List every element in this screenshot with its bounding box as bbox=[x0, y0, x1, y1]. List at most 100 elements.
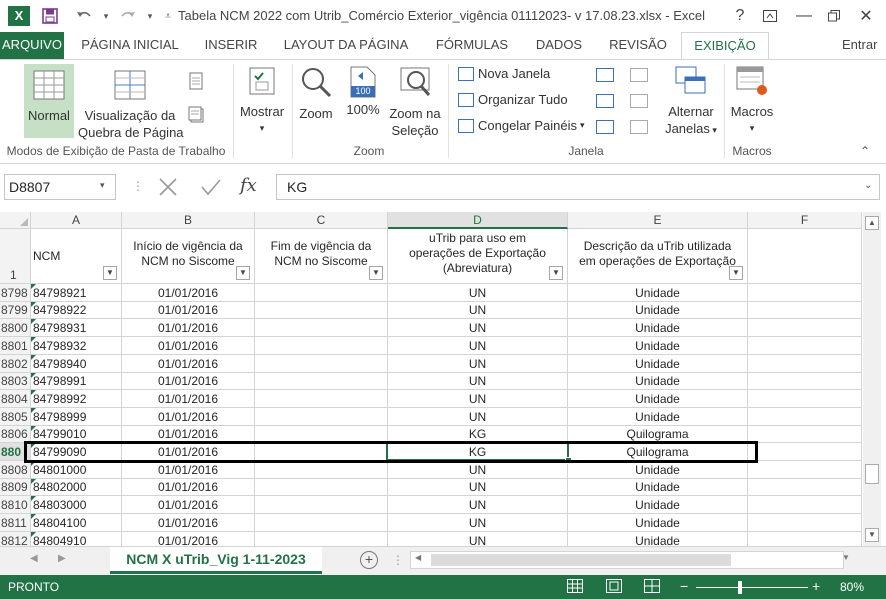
cell-inicio[interactable]: 01/01/2016 bbox=[122, 514, 255, 532]
customize-qat-icon[interactable]: ⩡ bbox=[158, 6, 178, 26]
cell-fim[interactable] bbox=[255, 373, 388, 390]
cell-inicio[interactable]: 01/01/2016 bbox=[122, 408, 255, 426]
cell-ncm[interactable]: 84798999 bbox=[31, 408, 122, 426]
row-header[interactable]: 8812 bbox=[0, 532, 31, 546]
row-header[interactable]: 8800 bbox=[0, 319, 31, 337]
scroll-right-icon[interactable]: ▼ bbox=[842, 553, 850, 562]
cell-inicio[interactable]: 01/01/2016 bbox=[122, 479, 255, 496]
cell-empty[interactable] bbox=[748, 355, 862, 373]
zoom-slider-track[interactable] bbox=[696, 587, 808, 588]
cell-ncm[interactable]: 84798922 bbox=[31, 302, 122, 319]
scroll-left-icon[interactable]: ◀ bbox=[415, 553, 421, 562]
row-header[interactable]: 8803 bbox=[0, 373, 31, 390]
zoom-level[interactable]: 80% bbox=[840, 580, 864, 594]
split-icon[interactable] bbox=[596, 68, 614, 82]
zoom-out-button[interactable]: − bbox=[680, 578, 688, 594]
column-header-a[interactable]: A bbox=[31, 212, 122, 229]
cell-desc[interactable]: Unidade bbox=[568, 373, 748, 390]
expand-formula-bar-icon[interactable]: ⌄ bbox=[864, 180, 872, 191]
filter-dropdown-icon[interactable]: ▼ bbox=[236, 266, 250, 280]
page-break-status-icon[interactable] bbox=[644, 579, 660, 596]
cell-ncm[interactable]: 84798921 bbox=[31, 284, 122, 302]
cell-desc[interactable]: Unidade bbox=[568, 284, 748, 302]
vertical-scroll-thumb[interactable] bbox=[865, 464, 879, 484]
cell-fim[interactable] bbox=[255, 496, 388, 514]
row-header[interactable]: 1 bbox=[0, 229, 31, 284]
horizontal-scrollbar[interactable]: ◀ bbox=[410, 551, 844, 569]
filter-dropdown-icon[interactable]: ▼ bbox=[369, 266, 383, 280]
row-header[interactable]: 8808 bbox=[0, 461, 31, 479]
cell-ncm[interactable]: 84798940 bbox=[31, 355, 122, 373]
zoom-100-button[interactable]: 100 100% bbox=[342, 64, 384, 138]
cell-ncm[interactable]: 84798992 bbox=[31, 390, 122, 408]
close-button[interactable]: ✕ bbox=[852, 4, 880, 28]
cell-fim[interactable] bbox=[255, 302, 388, 319]
synchronous-scrolling-icon[interactable] bbox=[630, 94, 648, 108]
tab-insert[interactable]: INSERIR bbox=[198, 32, 264, 60]
column-header-e[interactable]: E bbox=[568, 212, 748, 229]
cell-utrib[interactable]: UN bbox=[388, 302, 568, 319]
cell-ncm[interactable]: 84798991 bbox=[31, 373, 122, 390]
cell-fim[interactable] bbox=[255, 355, 388, 373]
formula-input[interactable]: KG bbox=[276, 174, 880, 200]
cell-inicio[interactable]: 01/01/2016 bbox=[122, 284, 255, 302]
scroll-down-icon[interactable]: ▼ bbox=[865, 528, 879, 542]
cell-ncm[interactable]: 84803000 bbox=[31, 496, 122, 514]
new-window-button[interactable]: Nova Janela bbox=[458, 66, 550, 81]
cell-inicio[interactable]: 01/01/2016 bbox=[122, 302, 255, 319]
cell-desc[interactable]: Unidade bbox=[568, 319, 748, 337]
cell-desc[interactable]: Unidade bbox=[568, 337, 748, 355]
cell-empty[interactable] bbox=[748, 496, 862, 514]
zoom-slider-thumb[interactable] bbox=[738, 581, 742, 594]
show-button[interactable]: Mostrar ▾ bbox=[236, 64, 288, 138]
cell-empty[interactable] bbox=[748, 390, 862, 408]
cell-desc[interactable]: Unidade bbox=[568, 479, 748, 496]
cell-ncm[interactable]: 84804910 bbox=[31, 532, 122, 546]
cell-utrib[interactable]: UN bbox=[388, 514, 568, 532]
cell-inicio[interactable]: 01/01/2016 bbox=[122, 461, 255, 479]
column-header-b[interactable]: B bbox=[122, 212, 255, 229]
filter-dropdown-icon[interactable]: ▼ bbox=[549, 266, 563, 280]
cell-fim[interactable] bbox=[255, 390, 388, 408]
cell-empty[interactable] bbox=[748, 461, 862, 479]
header-cell-f[interactable] bbox=[748, 229, 862, 284]
normal-view-button[interactable]: Normal bbox=[24, 64, 74, 138]
cell-inicio[interactable]: 01/01/2016 bbox=[122, 390, 255, 408]
cell-utrib[interactable]: UN bbox=[388, 373, 568, 390]
cell-utrib[interactable]: UN bbox=[388, 390, 568, 408]
cell-empty[interactable] bbox=[748, 337, 862, 355]
scroll-up-icon[interactable]: ▲ bbox=[865, 216, 879, 230]
cell-inicio[interactable]: 01/01/2016 bbox=[122, 532, 255, 546]
row-header[interactable]: 8802 bbox=[0, 355, 31, 373]
cell-utrib[interactable]: UN bbox=[388, 532, 568, 546]
cell-fim[interactable] bbox=[255, 408, 388, 426]
redo-icon[interactable] bbox=[118, 6, 138, 26]
cancel-icon[interactable] bbox=[158, 178, 178, 199]
unhide-window-icon[interactable] bbox=[596, 120, 614, 134]
worksheet-grid[interactable]: ABCDEF 1 NCM Início de vigência da NCM n… bbox=[0, 212, 862, 546]
cell-desc[interactable]: Unidade bbox=[568, 390, 748, 408]
cell-utrib[interactable]: UN bbox=[388, 337, 568, 355]
column-header-d[interactable]: D bbox=[388, 212, 568, 229]
zoom-button[interactable]: Zoom bbox=[294, 64, 338, 138]
switch-windows-button[interactable]: Alternar Janelas ▾ bbox=[660, 64, 722, 138]
sign-in-link[interactable]: Entrar bbox=[842, 32, 886, 60]
tab-split-icon[interactable]: ⋮ bbox=[392, 553, 404, 567]
cell-fim[interactable] bbox=[255, 532, 388, 546]
arrange-all-button[interactable]: Organizar Tudo bbox=[458, 92, 568, 107]
cell-empty[interactable] bbox=[748, 514, 862, 532]
cell-inicio[interactable]: 01/01/2016 bbox=[122, 319, 255, 337]
cell-inicio[interactable]: 01/01/2016 bbox=[122, 355, 255, 373]
next-sheet-icon[interactable]: ▶ bbox=[58, 553, 66, 564]
zoom-to-selection-button[interactable]: Zoom na Seleção bbox=[386, 64, 444, 138]
cell-empty[interactable] bbox=[748, 479, 862, 496]
row-header[interactable]: 8798 bbox=[0, 284, 31, 302]
ribbon-display-options-icon[interactable] bbox=[756, 4, 784, 28]
cell-utrib[interactable]: UN bbox=[388, 355, 568, 373]
cell-desc[interactable]: Unidade bbox=[568, 355, 748, 373]
cell-inicio[interactable]: 01/01/2016 bbox=[122, 373, 255, 390]
cell-empty[interactable] bbox=[748, 319, 862, 337]
row-header[interactable]: 8809 bbox=[0, 479, 31, 496]
cell-utrib[interactable]: UN bbox=[388, 496, 568, 514]
cell-desc[interactable]: Unidade bbox=[568, 408, 748, 426]
